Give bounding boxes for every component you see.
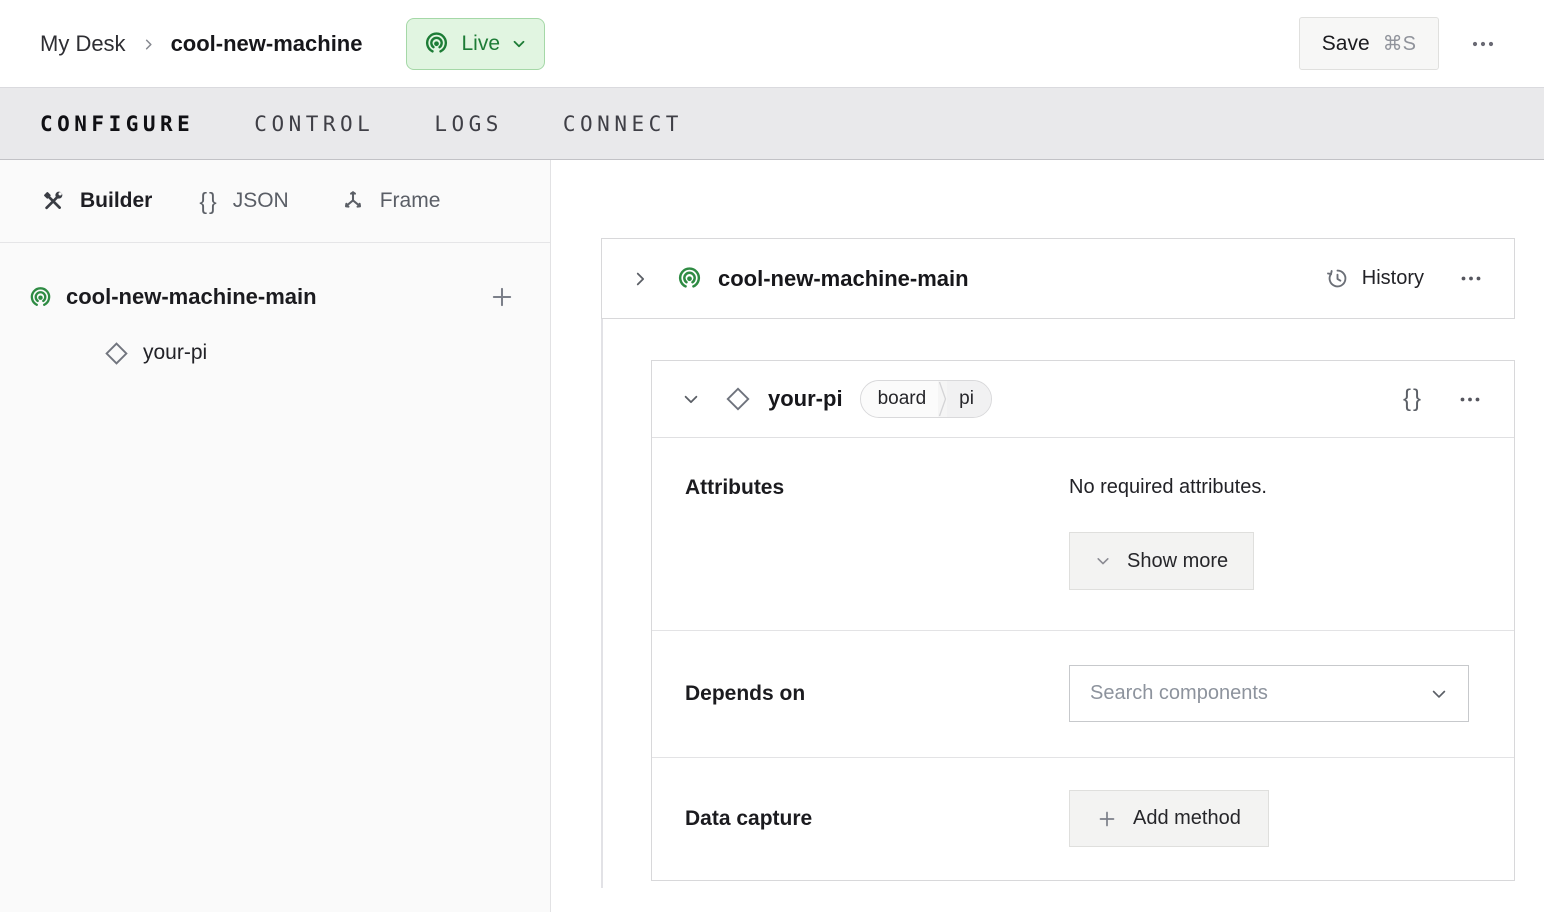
kebab-icon (1461, 276, 1481, 281)
component-card-header: your-pi board pi {} (652, 361, 1514, 438)
breadcrumb-current: cool-new-machine (170, 30, 363, 56)
tab-logs[interactable]: LOGS (434, 106, 503, 142)
save-button[interactable]: Save ⌘S (1298, 17, 1439, 70)
view-mode-frame[interactable]: Frame (340, 188, 441, 214)
tree-item-label: your-pi (143, 341, 208, 364)
save-button-label: Save (1321, 31, 1370, 55)
attributes-empty-text: No required attributes. (1069, 476, 1267, 498)
part-expand-button[interactable] (629, 268, 651, 290)
live-status-label: Live (461, 31, 501, 55)
config-main-panel: cool-new-machine-main History your-pi bo… (551, 160, 1544, 912)
depends-on-select[interactable]: Search components (1069, 665, 1469, 723)
tab-control[interactable]: CONTROL (254, 106, 374, 142)
tree-item-component[interactable]: your-pi (0, 325, 550, 381)
view-mode-frame-label: Frame (379, 189, 441, 212)
history-button[interactable]: History (1325, 266, 1424, 291)
chevron-down-icon (511, 36, 527, 52)
tree-item-machine-part[interactable]: cool-new-machine-main (0, 269, 550, 325)
part-connector-line (601, 319, 603, 888)
kebab-icon (1460, 397, 1480, 401)
component-json-toggle-button[interactable]: {} (1401, 383, 1425, 415)
kebab-icon (1472, 41, 1494, 46)
depends-on-label: Depends on (685, 681, 806, 705)
part-card-menu-button[interactable] (1455, 270, 1487, 287)
add-method-button[interactable]: Add method (1069, 790, 1269, 848)
show-more-label: Show more (1127, 549, 1229, 572)
chevron-down-icon (1430, 685, 1448, 703)
top-header: My Desk cool-new-machine Live Save ⌘S (0, 0, 1544, 88)
component-menu-button[interactable] (1454, 391, 1486, 408)
chevron-down-icon (1095, 553, 1111, 569)
plus-icon (1097, 809, 1117, 829)
component-card-title: your-pi (768, 386, 843, 411)
attributes-label: Attributes (685, 476, 785, 499)
view-mode-json[interactable]: {} JSON (199, 188, 288, 215)
depends-on-section: Depends on Search components (652, 630, 1514, 756)
history-button-label: History (1361, 267, 1424, 289)
view-mode-builder[interactable]: Builder (40, 188, 152, 214)
component-header-actions: {} (1401, 383, 1486, 415)
add-method-label: Add method (1133, 807, 1241, 830)
badge-divider-icon (938, 381, 947, 417)
view-mode-builder-label: Builder (80, 189, 153, 212)
view-mode-json-label: JSON (232, 189, 289, 212)
header-overflow-menu-button[interactable] (1466, 35, 1500, 53)
tools-icon (40, 188, 66, 214)
save-shortcut-hint: ⌘S (1382, 33, 1416, 55)
tree-item-label: cool-new-machine-main (66, 284, 317, 309)
data-capture-label: Data capture (685, 806, 813, 830)
component-card: your-pi board pi {} Attributes No requir… (651, 360, 1515, 881)
tab-configure[interactable]: CONFIGURE (40, 106, 194, 142)
breadcrumb-separator-icon (141, 37, 156, 52)
show-more-button[interactable]: Show more (1069, 532, 1255, 590)
machine-live-icon (676, 265, 703, 292)
plus-icon (492, 287, 512, 307)
history-clock-icon (1325, 266, 1350, 291)
tab-connect[interactable]: CONNECT (563, 106, 683, 142)
attributes-value-column: No required attributes. Show more (1069, 476, 1267, 630)
topbar-actions: Save ⌘S (1298, 17, 1500, 70)
part-card-title: cool-new-machine-main (718, 265, 969, 291)
machine-status-dropdown[interactable]: Live (406, 17, 546, 70)
breadcrumb: My Desk cool-new-machine (40, 31, 362, 57)
live-status-icon (423, 30, 450, 57)
chevron-down-icon (684, 395, 698, 404)
chevron-right-icon (636, 272, 645, 285)
machine-live-icon (28, 285, 53, 310)
braces-icon: {} (199, 187, 219, 214)
attributes-section: Attributes No required attributes. Show … (652, 438, 1514, 630)
machine-part-card: cool-new-machine-main History (601, 238, 1515, 319)
depends-on-placeholder: Search components (1090, 682, 1268, 705)
app-root: My Desk cool-new-machine Live Save ⌘S CO… (0, 0, 1544, 912)
component-type-badge: board pi (859, 380, 992, 418)
component-collapse-button[interactable] (680, 388, 702, 410)
page-tabbar: CONFIGURE CONTROL LOGS CONNECT (0, 88, 1544, 160)
config-sidebar: Builder {} JSON Frame cool-new-machine-m… (0, 160, 551, 912)
component-model: pi (947, 381, 991, 417)
component-diamond-icon (103, 340, 130, 367)
resource-tree: cool-new-machine-main your-pi (0, 243, 550, 381)
breadcrumb-parent-link[interactable]: My Desk (40, 31, 126, 57)
data-capture-section: Data capture Add method (652, 756, 1514, 880)
page-body: Builder {} JSON Frame cool-new-machine-m… (0, 160, 1544, 912)
component-type: board (860, 381, 939, 417)
frame-axes-icon (340, 188, 366, 214)
add-resource-button[interactable] (488, 283, 516, 311)
component-diamond-icon (724, 385, 752, 413)
view-mode-toolbar: Builder {} JSON Frame (0, 160, 550, 243)
